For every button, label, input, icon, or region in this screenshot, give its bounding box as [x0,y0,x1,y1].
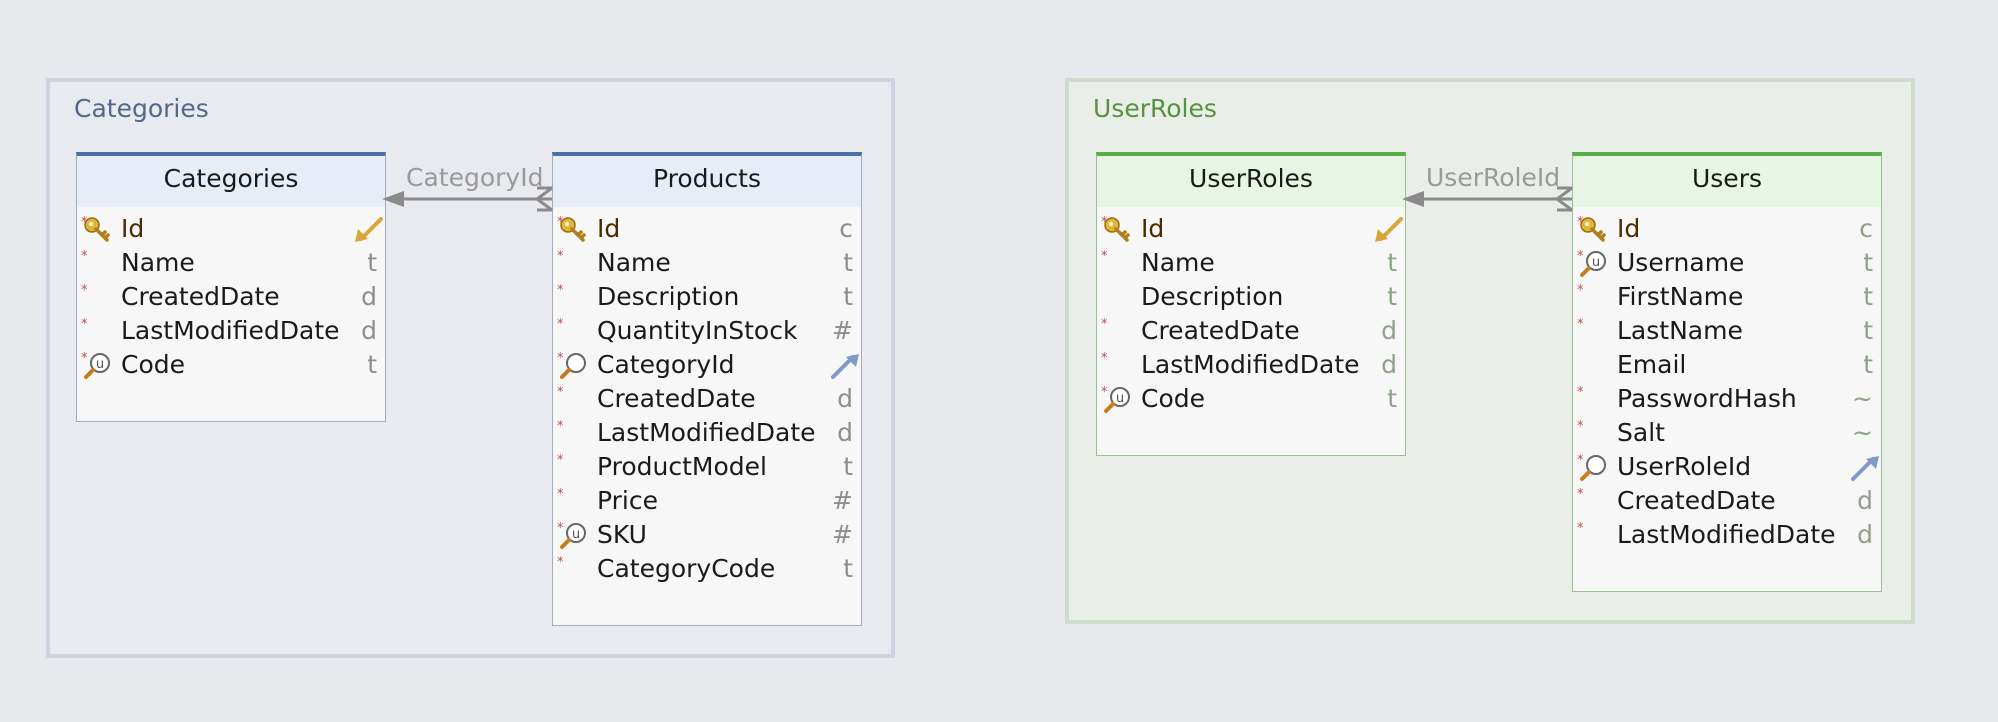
relationship-connector[interactable] [0,0,1998,722]
